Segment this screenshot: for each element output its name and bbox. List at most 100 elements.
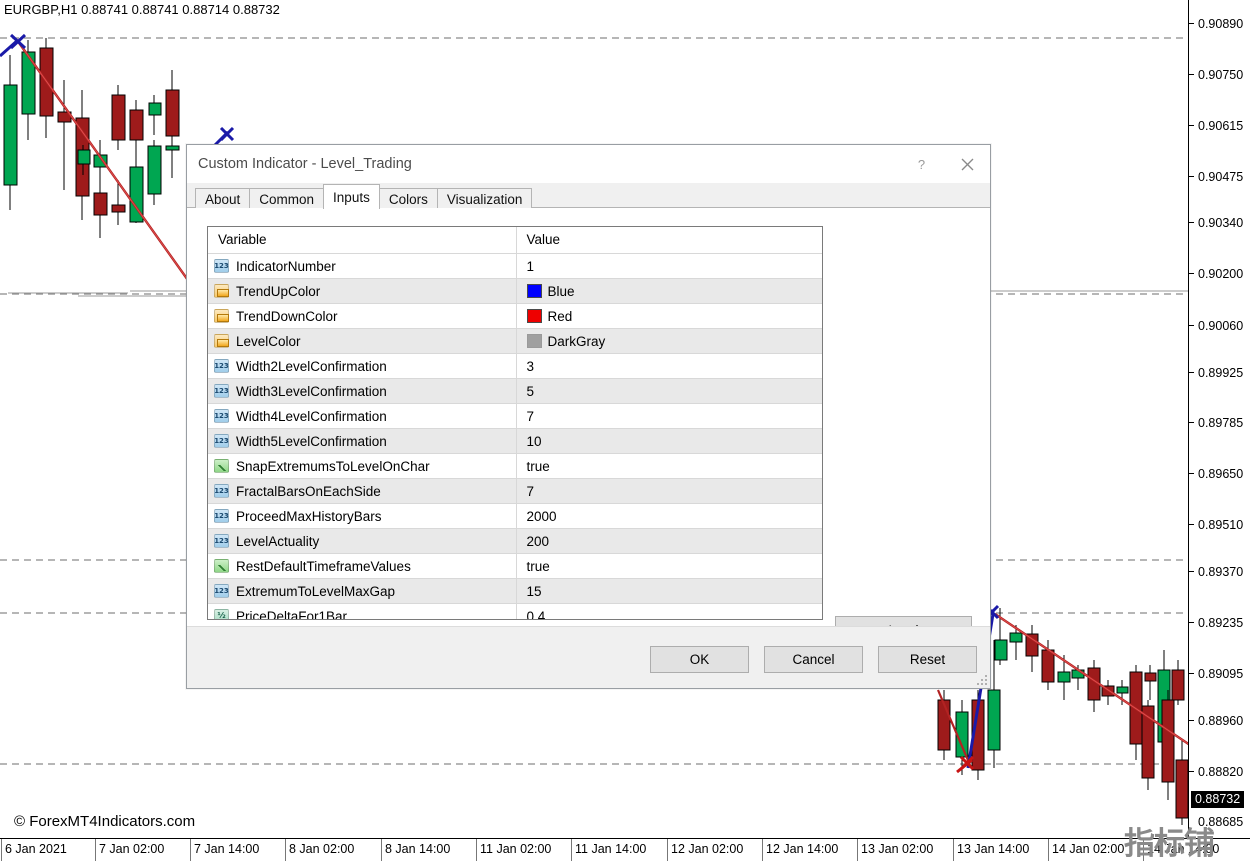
- table-row[interactable]: 123ProceedMaxHistoryBars2000: [208, 504, 823, 529]
- parameter-value: 3: [527, 359, 535, 374]
- tab-visualization[interactable]: Visualization: [437, 188, 533, 210]
- price-tick: [1189, 125, 1194, 126]
- parameter-value-cell[interactable]: 15: [516, 579, 823, 604]
- table-row[interactable]: 123Width4LevelConfirmation7: [208, 404, 823, 429]
- table-row[interactable]: LevelColorDarkGray: [208, 329, 823, 354]
- resize-grip[interactable]: [976, 674, 987, 685]
- parameter-value: 10: [527, 434, 542, 449]
- price-tick-label: 0.90340: [1198, 216, 1243, 230]
- price-tick: [1189, 524, 1194, 525]
- parameter-value-cell[interactable]: 10: [516, 429, 823, 454]
- color-type-icon: [214, 334, 229, 348]
- parameter-name-cell: LevelColor: [208, 329, 516, 354]
- parameter-value-cell[interactable]: true: [516, 554, 823, 579]
- parameter-value-cell[interactable]: Blue: [516, 279, 823, 304]
- time-separator: [190, 839, 191, 861]
- tab-common[interactable]: Common: [249, 188, 324, 210]
- cancel-button[interactable]: Cancel: [764, 646, 863, 673]
- table-row[interactable]: TrendDownColor Red: [208, 304, 823, 329]
- parameter-name-cell: 123LevelActuality: [208, 529, 516, 554]
- parameter-name: Width2LevelConfirmation: [236, 359, 387, 374]
- parameter-name-cell: SnapExtremumsToLevelOnChar: [208, 454, 516, 479]
- table-row[interactable]: SnapExtremumsToLevelOnChar true: [208, 454, 823, 479]
- parameter-value-cell[interactable]: 2000: [516, 504, 823, 529]
- parameter-value-cell[interactable]: 7: [516, 479, 823, 504]
- extremum-marker-down-right: [957, 757, 973, 772]
- time-separator: [1, 839, 2, 861]
- price-tick-label: 0.90615: [1198, 119, 1243, 133]
- price-tick: [1189, 720, 1194, 721]
- table-row[interactable]: 123LevelActuality200: [208, 529, 823, 554]
- svg-text:?: ?: [917, 157, 924, 172]
- price-tick: [1189, 622, 1194, 623]
- close-icon[interactable]: [944, 145, 990, 183]
- parameter-value-cell[interactable]: 7: [516, 404, 823, 429]
- price-tick: [1189, 222, 1194, 223]
- parameter-value: Blue: [548, 284, 575, 299]
- time-tick-label: 8 Jan 02:00: [289, 842, 354, 856]
- int-type-icon: 123: [214, 509, 229, 523]
- table-row[interactable]: 123Width3LevelConfirmation5: [208, 379, 823, 404]
- table-row[interactable]: 123Width5LevelConfirmation10: [208, 429, 823, 454]
- price-tick-label: 0.90750: [1198, 68, 1243, 82]
- parameter-value: Red: [548, 309, 573, 324]
- parameters-table-container[interactable]: Variable Value 123IndicatorNumber1TrendU…: [207, 226, 823, 620]
- price-tick: [1189, 273, 1194, 274]
- parameter-name-cell: TrendDownColor: [208, 304, 516, 329]
- ok-button[interactable]: OK: [650, 646, 749, 673]
- time-tick-label: 14 Jan 02:00: [1052, 842, 1124, 856]
- reset-button[interactable]: Reset: [878, 646, 977, 673]
- help-icon[interactable]: ?: [898, 145, 944, 183]
- parameter-name-cell: 123 FractalBarsOnEachSide: [208, 479, 516, 504]
- int-type-icon: 123: [214, 409, 229, 423]
- parameter-value: 2000: [527, 509, 557, 524]
- table-row[interactable]: RestDefaultTimeframeValuestrue: [208, 554, 823, 579]
- dialog-titlebar[interactable]: Custom Indicator - Level_Trading ?: [187, 145, 990, 183]
- price-tick-label: 0.89785: [1198, 416, 1243, 430]
- parameter-value-cell[interactable]: DarkGray: [516, 329, 823, 354]
- time-separator: [1048, 839, 1049, 861]
- price-axis[interactable]: 0.90890 0.90750 0.90615 0.90475 0.90340 …: [1188, 0, 1250, 838]
- parameter-value-cell[interactable]: 1: [516, 254, 823, 279]
- tab-inputs[interactable]: Inputs: [323, 184, 380, 209]
- parameter-value-cell[interactable]: 0.4: [516, 604, 823, 621]
- tab-about[interactable]: About: [195, 188, 250, 210]
- inputs-panel: Variable Value 123IndicatorNumber1TrendU…: [187, 208, 990, 648]
- price-tick: [1189, 325, 1194, 326]
- parameter-value: true: [527, 459, 550, 474]
- titlebar-buttons: ?: [898, 145, 990, 183]
- time-separator: [476, 839, 477, 861]
- time-tick-label: 8 Jan 14:00: [385, 842, 450, 856]
- parameter-value-cell[interactable]: 3: [516, 354, 823, 379]
- parameter-name-cell: 123Width4LevelConfirmation: [208, 404, 516, 429]
- parameter-name-cell: TrendUpColor: [208, 279, 516, 304]
- int-type-icon: 123: [214, 434, 229, 448]
- parameter-name: FractalBarsOnEachSide: [236, 484, 381, 499]
- time-separator: [667, 839, 668, 861]
- time-separator: [857, 839, 858, 861]
- table-row[interactable]: 123ExtremumToLevelMaxGap15: [208, 579, 823, 604]
- parameter-value-cell[interactable]: true: [516, 454, 823, 479]
- column-header-value: Value: [516, 227, 823, 254]
- parameter-value-cell[interactable]: Red: [516, 304, 823, 329]
- time-tick-label: 12 Jan 02:00: [671, 842, 743, 856]
- parameter-name: SnapExtremumsToLevelOnChar: [236, 459, 430, 474]
- candles-mid: [78, 70, 179, 180]
- table-row[interactable]: 123Width2LevelConfirmation3: [208, 354, 823, 379]
- table-row[interactable]: TrendUpColor Blue: [208, 279, 823, 304]
- table-row[interactable]: 123IndicatorNumber1: [208, 254, 823, 279]
- color-swatch: [527, 334, 542, 348]
- tab-colors[interactable]: Colors: [379, 188, 438, 210]
- time-axis[interactable]: 6 Jan 2021 7 Jan 02:00 7 Jan 14:00 8 Jan…: [0, 838, 1250, 860]
- color-swatch: [527, 309, 542, 323]
- parameter-value-cell[interactable]: 5: [516, 379, 823, 404]
- price-tick: [1189, 176, 1194, 177]
- int-type-icon: 123: [214, 484, 229, 498]
- price-tick: [1189, 771, 1194, 772]
- dialog-title: Custom Indicator - Level_Trading: [198, 156, 412, 172]
- price-tick: [1189, 422, 1194, 423]
- parameters-table: Variable Value 123IndicatorNumber1TrendU…: [208, 227, 823, 620]
- table-row[interactable]: ½PriceDeltaFor1Bar0.4: [208, 604, 823, 621]
- parameter-value-cell[interactable]: 200: [516, 529, 823, 554]
- table-row[interactable]: 123 FractalBarsOnEachSide 7: [208, 479, 823, 504]
